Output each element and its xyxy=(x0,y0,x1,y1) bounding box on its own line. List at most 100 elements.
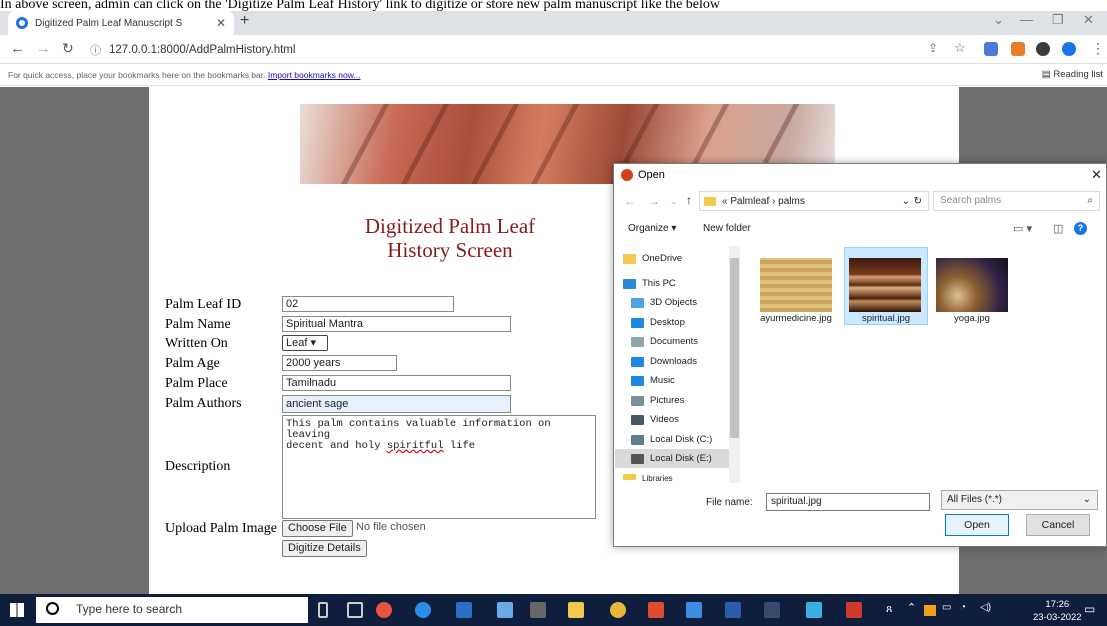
people-icon[interactable]: ጸ xyxy=(886,603,892,616)
forward-icon[interactable]: → xyxy=(36,40,51,57)
paint-icon[interactable] xyxy=(806,602,822,618)
palm-name-input[interactable]: Spiritual Mantra xyxy=(282,316,511,332)
dialog-breadcrumb[interactable]: « Palmleaf › palms ⌄ ↻ xyxy=(699,191,929,211)
tree-item-music[interactable]: Music xyxy=(615,371,740,390)
dialog-recent-icon[interactable]: ⌄ xyxy=(670,196,678,207)
digitize-details-button[interactable]: Digitize Details xyxy=(282,540,367,557)
tray-chevron-icon[interactable]: ⌃ xyxy=(907,601,916,614)
close-window-icon[interactable]: ✕ xyxy=(1083,12,1094,28)
tree-item-documents[interactable]: Documents xyxy=(615,332,740,351)
palm-age-input[interactable]: 2000 years xyxy=(282,355,397,371)
organize-button[interactable]: Organize ▾ xyxy=(628,223,676,234)
tree-scrollbar[interactable] xyxy=(729,246,740,483)
puzzle-icon[interactable] xyxy=(1036,42,1050,56)
palm-id-input[interactable]: 02 xyxy=(282,296,454,312)
breadcrumb-chevron-down-icon[interactable]: ⌄ xyxy=(902,196,910,207)
app-icon[interactable] xyxy=(376,602,392,618)
tree-item-local-disk-c[interactable]: Local Disk (C:) xyxy=(615,430,740,449)
bookmark-star-icon[interactable]: ☆ xyxy=(954,40,966,56)
terminal-icon[interactable] xyxy=(530,602,546,618)
back-icon[interactable]: ← xyxy=(10,40,25,57)
palm-place-input[interactable]: Tamilnadu xyxy=(282,375,511,391)
import-bookmarks-link[interactable]: Import bookmarks now... xyxy=(268,70,361,80)
edge-icon[interactable] xyxy=(415,602,431,618)
dialog-search-input[interactable]: Search palms ⌕ xyxy=(933,191,1100,211)
file-thumb-ayurmedicine[interactable] xyxy=(760,258,832,312)
palm-age-label: Palm Age xyxy=(165,356,220,371)
tree-item-libraries[interactable]: Libraries xyxy=(615,474,740,483)
palm-authors-input[interactable]: ancient sage xyxy=(282,395,511,413)
tree-item-desktop[interactable]: Desktop xyxy=(615,313,740,332)
monitor-icon[interactable] xyxy=(764,602,780,618)
file-type-select[interactable]: All Files (*.*) ⌄ xyxy=(941,490,1098,510)
tree-item-onedrive[interactable]: OneDrive xyxy=(615,249,740,268)
taskbar-search-input[interactable]: Type here to search xyxy=(36,597,308,623)
dialog-forward-icon[interactable]: → xyxy=(648,194,660,208)
tray-app-icon[interactable] xyxy=(924,605,936,616)
cancel-button[interactable]: Cancel xyxy=(1026,514,1090,536)
chrome-taskbar-icon[interactable] xyxy=(610,602,626,618)
battery-icon[interactable]: ▭ xyxy=(942,602,951,613)
breadcrumb-folder[interactable]: palms xyxy=(778,196,805,207)
chrome-icon xyxy=(621,169,633,181)
new-folder-button[interactable]: New folder xyxy=(703,223,751,234)
tree-item-videos[interactable]: Videos xyxy=(615,410,740,429)
tree-item-pictures[interactable]: Pictures xyxy=(615,391,740,410)
open-button[interactable]: Open xyxy=(945,514,1009,536)
dialog-refresh-icon[interactable]: ↻ xyxy=(914,196,922,207)
file-name-spiritual[interactable]: spiritual.jpg xyxy=(846,313,926,324)
wifi-icon[interactable]: ◔ xyxy=(960,602,966,613)
pen-icon[interactable] xyxy=(497,602,513,618)
tree-item-downloads[interactable]: Downloads xyxy=(615,352,740,371)
choose-file-button[interactable]: Choose File xyxy=(282,520,353,537)
metamask-icon[interactable] xyxy=(1011,42,1025,56)
browser-tab[interactable]: Digitized Palm Leaf Manuscript S ✕ xyxy=(8,11,234,35)
file-name-input[interactable]: spiritual.jpg⌄ xyxy=(766,493,947,511)
file-thumb-spiritual[interactable] xyxy=(849,258,921,312)
dialog-back-icon[interactable]: ← xyxy=(624,194,636,208)
windows-start-icon[interactable] xyxy=(10,603,24,617)
view-options-icon[interactable]: ▭ ▾ xyxy=(1013,222,1032,235)
written-on-value: Leaf xyxy=(286,337,308,349)
description-label: Description xyxy=(165,459,231,474)
file-name-yoga[interactable]: yoga.jpg xyxy=(932,313,1012,324)
chevron-down-icon[interactable]: ⌄ xyxy=(993,12,1004,28)
up-folder-icon[interactable]: ↑ xyxy=(686,193,692,207)
word-icon[interactable] xyxy=(725,602,741,618)
written-on-select[interactable]: Leaf ▾ xyxy=(282,335,328,351)
dialog-close-icon[interactable]: ✕ xyxy=(1091,167,1102,183)
help-icon[interactable]: ? xyxy=(1074,222,1087,235)
close-tab-icon[interactable]: ✕ xyxy=(216,16,226,30)
address-bar[interactable]: ⓘ 127.0.0.1:8000/AddPalmHistory.html xyxy=(90,40,970,60)
restore-icon[interactable]: ❐ xyxy=(1052,12,1064,28)
minimize-icon[interactable]: — xyxy=(1020,12,1033,27)
breadcrumb-root[interactable]: Palmleaf xyxy=(730,196,769,207)
chevron-down-icon: ▾ xyxy=(310,337,317,349)
new-tab-button[interactable]: + xyxy=(240,12,249,30)
tree-item-3d-objects[interactable]: 3D Objects xyxy=(615,293,740,312)
file-thumb-yoga[interactable] xyxy=(936,258,1008,312)
app-icon-3[interactable] xyxy=(846,602,862,618)
page-title: Digitized Palm Leaf History Screen xyxy=(300,214,600,262)
tree-item-local-disk-e[interactable]: Local Disk (E:) xyxy=(615,449,740,468)
file-explorer-icon[interactable] xyxy=(568,602,584,618)
task-view-icon[interactable] xyxy=(347,602,363,618)
taskbar-clock[interactable]: 17:26 23-03-2022 xyxy=(1033,598,1082,624)
store-icon[interactable] xyxy=(686,602,702,618)
menu-icon[interactable]: ⋮ xyxy=(1091,40,1105,57)
tree-item-this-pc[interactable]: This PC xyxy=(615,274,740,293)
preview-pane-icon[interactable]: ◫ xyxy=(1053,222,1063,235)
reading-list-button[interactable]: ▤ Reading list xyxy=(1042,69,1103,80)
shield-icon[interactable] xyxy=(1062,42,1076,56)
notification-icon[interactable]: ▭ xyxy=(1084,602,1095,616)
description-textarea[interactable]: This palm contains valuable information … xyxy=(282,415,596,519)
app-icon-2[interactable] xyxy=(648,602,664,618)
reload-icon[interactable]: ↻ xyxy=(62,40,74,57)
search-icon: ⌕ xyxy=(1087,195,1093,206)
mic-icon[interactable] xyxy=(318,602,328,618)
volume-icon[interactable]: ◁) xyxy=(980,602,991,613)
file-name-ayurmedicine[interactable]: ayurmedicine.jpg xyxy=(756,313,836,324)
extension-icon[interactable] xyxy=(984,42,998,56)
share-icon[interactable]: ⇪ xyxy=(928,41,938,55)
weather-icon[interactable] xyxy=(456,602,472,618)
